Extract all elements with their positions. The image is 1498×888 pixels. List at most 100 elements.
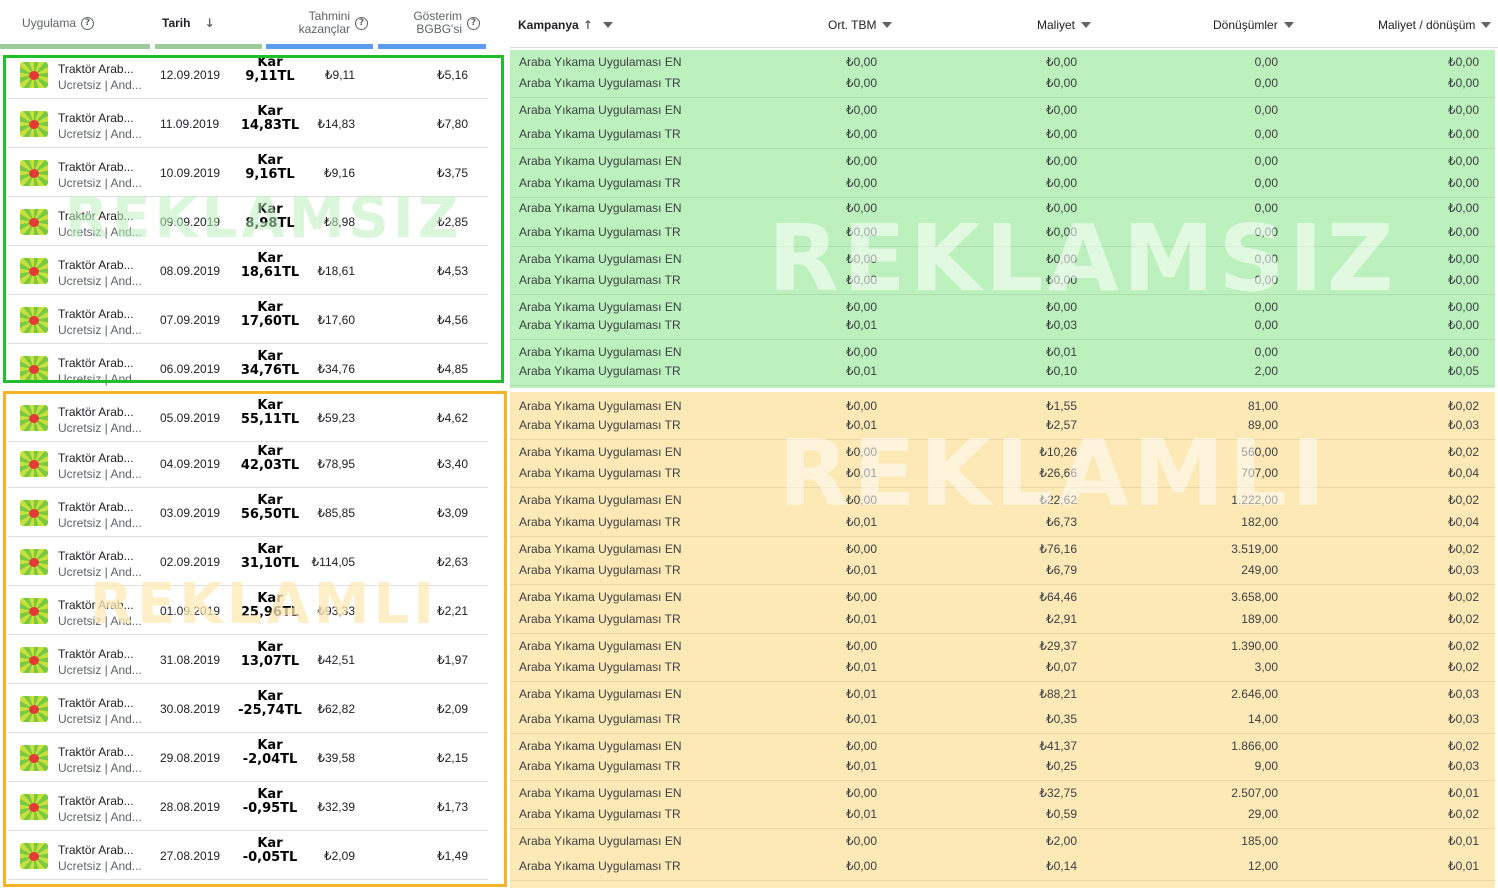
help-icon[interactable]: ? [81,16,95,30]
campaign-row[interactable]: Araba Yıkama Uygulaması EN ₺0,00 ₺1,55 81,0… [510,399,1495,417]
chevron-down-icon[interactable] [602,22,613,28]
campaign-row[interactable]: Araba Yıkama Uygulaması EN ₺0,00 ₺0,01 0,00… [510,345,1495,363]
chevron-down-icon[interactable] [1081,22,1092,28]
column-header-earnings[interactable]: Tahmini kazançlar ? [292,0,368,46]
campaign-row[interactable]: Araba Yıkama Uygulaması EN ₺0,00 ₺41,37 1.8… [510,739,1495,757]
cost: ₺0,00 [1046,55,1077,69]
campaign-row[interactable]: Araba Yıkama Uygulaması TR ₺0,00 ₺0,00 0,00… [510,176,1495,194]
column-header-bgbg[interactable]: Gösterim BGBG'si ? [400,0,480,46]
campaign-name[interactable]: Araba Yıkama Uygulaması EN [519,345,682,359]
campaign-name[interactable]: Araba Yıkama Uygulaması EN [519,103,682,117]
campaign-row[interactable]: Araba Yıkama Uygulaması EN ₺0,00 ₺0,00 0,00… [510,55,1495,73]
campaign-name[interactable]: Araba Yıkama Uygulaması TR [519,563,681,577]
campaign-name[interactable]: Araba Yıkama Uygulaması TR [519,515,681,529]
cost-per-conversion: ₺0,00 [1448,318,1479,332]
campaign-row[interactable]: Araba Yıkama Uygulaması EN ₺0,00 ₺0,00 0,00… [510,103,1495,121]
campaign-row[interactable]: Araba Yıkama Uygulaması TR ₺0,01 ₺0,07 3,00… [510,660,1495,678]
column-header-campaign[interactable]: Kampanya ↑ [518,18,613,32]
campaign-name[interactable]: Araba Yıkama Uygulaması TR [519,127,681,141]
campaign-row[interactable]: Araba Yıkama Uygulaması TR ₺0,00 ₺0,00 0,00… [510,127,1495,145]
campaign-name[interactable]: Araba Yıkama Uygulaması EN [519,445,682,459]
avg-cpc: ₺0,00 [846,127,877,141]
campaign-name[interactable]: Araba Yıkama Uygulaması EN [519,201,682,215]
campaign-row[interactable]: Araba Yıkama Uygulaması TR ₺0,01 ₺2,57 89,0… [510,418,1495,436]
column-header-date[interactable]: Tarih ↓ [162,0,215,46]
campaign-name[interactable]: Araba Yıkama Uygulaması EN [519,834,682,848]
campaign-name[interactable]: Araba Yıkama Uygulaması EN [519,590,682,604]
campaign-name[interactable]: Araba Yıkama Uygulaması EN [519,493,682,507]
avg-cpc: ₺0,01 [846,712,877,726]
campaign-row-group: Araba Yıkama Uygulaması EN ₺0,00 ₺29,37 1.3… [510,636,1495,682]
header-underline [0,44,150,49]
campaign-row[interactable]: Araba Yıkama Uygulaması TR ₺0,01 ₺0,35 14,0… [510,712,1495,730]
column-header-conversions[interactable]: Dönüşümler [1213,18,1294,32]
sort-down-arrow-icon[interactable]: ↓ [204,16,214,30]
avg-cpc: ₺0,01 [846,515,877,529]
campaign-row[interactable]: Araba Yıkama Uygulaması EN ₺0,00 ₺2,00 185,… [510,834,1495,852]
conversions: 1.866,00 [1231,739,1278,753]
campaign-row[interactable]: Araba Yıkama Uygulaması EN ₺0,00 ₺0,00 0,00… [510,300,1495,318]
campaign-row[interactable]: Araba Yıkama Uygulaması TR ₺0,00 ₺0,00 0,00… [510,225,1495,243]
campaign-row[interactable]: Araba Yıkama Uygulaması EN ₺0,00 ₺29,37 1.3… [510,639,1495,657]
chevron-down-icon[interactable] [1283,22,1294,28]
campaign-row[interactable]: Araba Yıkama Uygulaması TR ₺0,00 ₺0,14 12,0… [510,859,1495,877]
campaign-name[interactable]: Araba Yıkama Uygulaması TR [519,364,681,378]
avg-cpc: ₺0,00 [846,834,877,848]
column-header-tbm[interactable]: Ort. TBM [828,18,893,32]
campaign-row[interactable]: Araba Yıkama Uygulaması EN ₺0,00 ₺22,62 1.2… [510,493,1495,511]
campaign-name[interactable]: Araba Yıkama Uygulaması EN [519,252,682,266]
campaign-row[interactable]: Araba Yıkama Uygulaması TR ₺0,01 ₺0,25 9,00… [510,759,1495,777]
campaign-row[interactable]: Araba Yıkama Uygulaması TR ₺0,00 ₺0,00 0,00… [510,76,1495,94]
cost: ₺0,00 [1046,225,1077,239]
campaign-name[interactable]: Araba Yıkama Uygulaması TR [519,466,681,480]
campaign-name[interactable]: Araba Yıkama Uygulaması TR [519,318,681,332]
campaign-name[interactable]: Araba Yıkama Uygulaması EN [519,687,682,701]
campaign-name[interactable]: Araba Yıkama Uygulaması TR [519,807,681,821]
chevron-down-icon[interactable] [1481,22,1492,28]
campaign-name[interactable]: Araba Yıkama Uygulaması EN [519,639,682,653]
campaign-row[interactable]: Araba Yıkama Uygulaması EN ₺0,00 ₺0,00 0,00… [510,154,1495,172]
campaign-name[interactable]: Araba Yıkama Uygulaması TR [519,273,681,287]
help-icon[interactable]: ? [355,16,368,30]
campaign-name[interactable]: Araba Yıkama Uygulaması EN [519,399,682,413]
campaign-name[interactable]: Araba Yıkama Uygulaması TR [519,759,681,773]
campaign-row[interactable]: Araba Yıkama Uygulaması TR ₺0,01 ₺0,10 2,00… [510,364,1495,382]
campaign-row[interactable]: Araba Yıkama Uygulaması EN ₺0,00 ₺10,26 560… [510,445,1495,463]
campaign-name[interactable]: Araba Yıkama Uygulaması TR [519,418,681,432]
campaign-row[interactable]: Araba Yıkama Uygulaması TR ₺0,01 ₺6,73 182,… [510,515,1495,533]
campaign-name[interactable]: Araba Yıkama Uygulaması TR [519,859,681,873]
campaign-name[interactable]: Araba Yıkama Uygulaması EN [519,154,682,168]
campaign-row[interactable]: Araba Yıkama Uygulaması TR ₺0,01 ₺26,66 707… [510,466,1495,484]
campaign-name[interactable]: Araba Yıkama Uygulaması TR [519,612,681,626]
campaign-name[interactable]: Araba Yıkama Uygulaması EN [519,542,682,556]
help-icon[interactable]: ? [467,16,480,30]
conversions: 81,00 [1247,399,1278,413]
campaign-name[interactable]: Araba Yıkama Uygulaması EN [519,739,682,753]
campaign-row[interactable]: Araba Yıkama Uygulaması EN ₺0,00 ₺0,00 0,00… [510,201,1495,219]
column-header-app[interactable]: Uygulama ? [22,0,95,46]
conversions: 0,00 [1254,103,1278,117]
campaign-name[interactable]: Araba Yıkama Uygulaması TR [519,660,681,674]
campaign-name[interactable]: Araba Yıkama Uygulaması TR [519,225,681,239]
campaign-name[interactable]: Araba Yıkama Uygulaması EN [519,300,682,314]
chevron-down-icon[interactable] [882,22,893,28]
campaign-row[interactable]: Araba Yıkama Uygulaması EN ₺0,00 ₺76,16 3.5… [510,542,1495,560]
campaign-row[interactable]: Araba Yıkama Uygulaması EN ₺0,01 ₺88,21 2.6… [510,687,1495,705]
campaign-name[interactable]: Araba Yıkama Uygulaması EN [519,55,682,69]
sort-up-arrow-icon[interactable]: ↑ [583,18,593,32]
campaign-name[interactable]: Araba Yıkama Uygulaması TR [519,76,681,90]
column-header-cost[interactable]: Maliyet [1037,18,1092,32]
campaign-row[interactable]: Araba Yıkama Uygulaması EN ₺0,00 ₺32,75 2.5… [510,786,1495,804]
campaign-name[interactable]: Araba Yıkama Uygulaması EN [519,786,682,800]
campaign-name[interactable]: Araba Yıkama Uygulaması TR [519,176,681,190]
campaign-row[interactable]: Araba Yıkama Uygulaması TR ₺0,01 ₺0,03 0,00… [510,318,1495,336]
campaign-row[interactable]: Araba Yıkama Uygulaması TR ₺0,00 ₺0,00 0,00… [510,273,1495,291]
campaign-row[interactable]: Araba Yıkama Uygulaması TR ₺0,01 ₺0,59 29,0… [510,807,1495,825]
cost-per-conversion: ₺0,04 [1448,466,1479,480]
campaign-row[interactable]: Araba Yıkama Uygulaması TR ₺0,01 ₺6,79 249,… [510,563,1495,581]
campaign-row[interactable]: Araba Yıkama Uygulaması EN ₺0,00 ₺64,46 3.6… [510,590,1495,608]
campaign-row[interactable]: Araba Yıkama Uygulaması TR ₺0,01 ₺2,91 189,… [510,612,1495,630]
column-header-cost-per-conversion[interactable]: Maliyet / dönüşüm [1378,18,1492,32]
campaign-row[interactable]: Araba Yıkama Uygulaması EN ₺0,00 ₺0,00 0,00… [510,252,1495,270]
campaign-name[interactable]: Araba Yıkama Uygulaması TR [519,712,681,726]
